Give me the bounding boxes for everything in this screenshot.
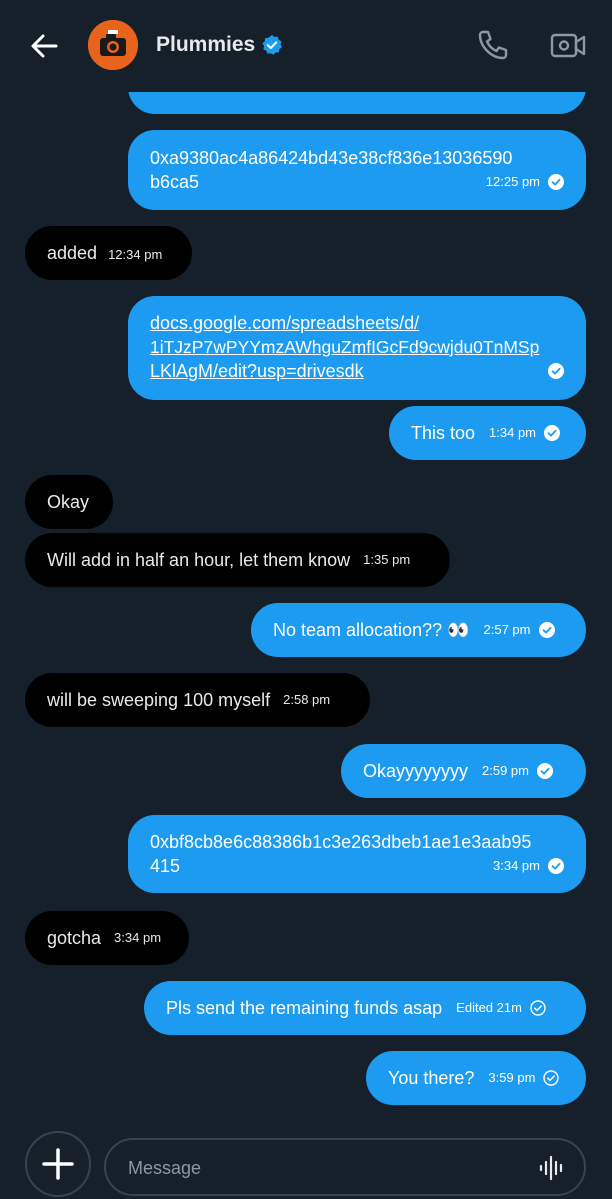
message-input[interactable]	[128, 1154, 508, 1182]
message-bubble-received[interactable]: will be sweeping 100 myself 2:58 pm	[25, 673, 370, 727]
message-link[interactable]: docs.google.com/spreadsheets/d/	[150, 311, 564, 335]
read-check-icon	[538, 622, 555, 638]
message-text: 0xa9380ac4a86424bd43e38cf836e13036590	[150, 148, 513, 168]
message-time: 2:59 pm	[482, 763, 529, 778]
message-text: will be sweeping 100 myself	[47, 690, 271, 710]
message-text: Will add in half an hour, let them know	[47, 550, 351, 570]
sent-check-icon	[543, 1070, 560, 1086]
message-text: added	[47, 243, 98, 263]
message-time: 3:34 pm	[493, 858, 540, 873]
message-bubble-sent[interactable]: 0xbf8cb8e6c88386b1c3e263dbeb1ae1e3aab95 …	[128, 815, 586, 893]
avatar[interactable]	[88, 20, 138, 70]
message-text: No team allocation?? 👀	[273, 620, 470, 640]
message-time: 2:58 pm	[283, 692, 331, 707]
verified-badge-icon	[262, 35, 283, 55]
contact-name: Plummies	[156, 33, 256, 56]
message-time: 1:34 pm	[489, 425, 537, 440]
camera-avatar-icon	[88, 20, 138, 70]
message-bubble-received[interactable]: added 12:34 pm	[25, 226, 192, 280]
message-bubble-sent[interactable]: Pls send the remaining funds asap Edited…	[144, 981, 586, 1035]
message-text: Okayyyyyyyy	[363, 761, 469, 781]
read-check-icon	[548, 363, 564, 379]
message-link[interactable]: LKlAgM/edit?usp=drivesdk	[150, 359, 364, 383]
message-bubble-sent[interactable]: 0xa9380ac4a86424bd43e38cf836e13036590 b6…	[128, 130, 586, 210]
message-bubble-sent[interactable]: You there? 3:59 pm	[366, 1051, 586, 1105]
read-check-icon	[537, 763, 553, 779]
read-check-icon	[544, 425, 561, 441]
plus-icon	[42, 1148, 74, 1180]
message-text: Pls send the remaining funds asap	[166, 998, 443, 1018]
message-time: 3:59 pm	[488, 1070, 536, 1085]
voice-waveform-icon[interactable]	[538, 1154, 566, 1182]
message-text: 415	[150, 856, 181, 876]
message-time: 12:25 pm	[485, 174, 540, 189]
message-time: 2:57 pm	[483, 622, 531, 637]
message-bubble-received[interactable]: gotcha 3:34 pm	[25, 911, 189, 965]
message-bubble-received[interactable]: Will add in half an hour, let them know …	[25, 533, 450, 587]
read-check-icon	[548, 174, 564, 190]
message-bubble-sent[interactable]: docs.google.com/spreadsheets/d/ 1iTJzP7w…	[128, 296, 586, 400]
conversation-title[interactable]: Plummies	[156, 33, 283, 57]
message-bubble-sent[interactable]: No team allocation?? 👀 2:57 pm	[251, 603, 586, 657]
video-camera-icon[interactable]	[549, 26, 587, 64]
message-text: b6ca5	[150, 172, 200, 192]
back-arrow-icon[interactable]	[26, 28, 62, 64]
message-bubble-sent[interactable]: This too 1:34 pm	[389, 406, 586, 460]
phone-icon[interactable]	[474, 26, 512, 64]
message-edited-time: Edited 21m	[456, 1000, 522, 1015]
message-composer[interactable]	[104, 1138, 586, 1196]
read-check-icon	[548, 858, 564, 874]
add-attachment-button[interactable]	[25, 1131, 91, 1197]
message-text: This too	[411, 423, 476, 443]
message-bubble-received[interactable]: Okay	[25, 475, 113, 529]
message-text: You there?	[388, 1068, 475, 1088]
message-text: Okay	[47, 492, 90, 512]
message-link[interactable]: 1iTJzP7wPYYmzAWhguZmfIGcFd9cwjdu0TnMSp	[150, 335, 564, 359]
message-text: 0xbf8cb8e6c88386b1c3e263dbeb1ae1e3aab95	[150, 832, 532, 852]
message-text: gotcha	[47, 928, 102, 948]
message-time: 3:34 pm	[114, 930, 162, 945]
conversation-header: Plummies	[0, 0, 612, 92]
message-time: 1:35 pm	[363, 552, 411, 567]
message-bubble-sent[interactable]: Okayyyyyyyy 2:59 pm	[341, 744, 586, 798]
sent-check-icon	[530, 1000, 546, 1016]
message-time: 12:34 pm	[108, 247, 163, 262]
